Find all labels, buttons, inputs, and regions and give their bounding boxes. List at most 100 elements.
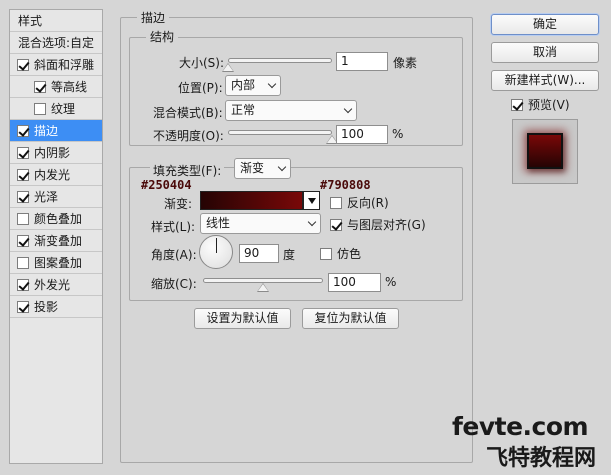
chevron-down-icon (307, 217, 317, 227)
checkbox-icon[interactable] (34, 80, 46, 93)
preview-label: 预览(V) (528, 98, 570, 112)
style-list-item[interactable]: 图案叠加 (10, 252, 102, 274)
chevron-down-icon (277, 162, 287, 172)
checkbox-icon (330, 196, 342, 209)
style-list-item[interactable]: 光泽 (10, 186, 102, 208)
blend-mode-label: 混合模式(B): (153, 106, 223, 120)
style-list-item[interactable]: 颜色叠加 (10, 208, 102, 230)
reset-default-button[interactable]: 复位为默认值 (302, 308, 399, 329)
align-layer-label: 与图层对齐(G) (347, 218, 426, 232)
checkbox-icon (330, 218, 342, 231)
fill-type-value: 渐变 (240, 161, 265, 175)
gradient-start-color-label: #250404 (141, 178, 192, 192)
watermark-site-name: 飞特教程网 (486, 446, 597, 471)
style-list-item-label: 内阴影 (34, 146, 71, 160)
gradient-swatch[interactable] (200, 191, 303, 210)
position-select[interactable]: 内部 (225, 75, 281, 96)
opacity-input[interactable]: 100 (336, 125, 388, 144)
checkbox-icon[interactable] (17, 146, 29, 159)
angle-dial[interactable] (199, 235, 233, 269)
gradient-label: 渐变: (164, 197, 193, 211)
style-list: 样式 混合选项:自定 斜面和浮雕等高线纹理描边内阴影内发光光泽颜色叠加渐变叠加图… (9, 9, 103, 464)
chevron-down-icon (267, 79, 277, 89)
fill-type-label: 填充类型(F): (150, 162, 225, 179)
dither-checkbox[interactable]: 仿色 (320, 245, 361, 262)
style-list-item[interactable]: 渐变叠加 (10, 230, 102, 252)
style-list-item-label: 颜色叠加 (34, 212, 83, 226)
reverse-label: 反向(R) (347, 196, 389, 210)
reverse-checkbox[interactable]: 反向(R) (330, 194, 389, 211)
size-label: 大小(S): (179, 56, 225, 70)
angle-indicator (216, 238, 217, 253)
style-list-item-label: 等高线 (51, 80, 88, 94)
style-list-item[interactable]: 外发光 (10, 274, 102, 296)
gradient-picker-button[interactable] (303, 191, 320, 210)
style-label: 样式(L): (151, 220, 196, 234)
blend-mode-value: 正常 (231, 103, 256, 117)
preview-checkbox[interactable]: 预览(V) (511, 96, 570, 113)
checkbox-icon[interactable] (17, 58, 29, 71)
size-slider-thumb[interactable] (222, 63, 234, 72)
opacity-unit: % (392, 127, 404, 141)
style-list-item-label: 渐变叠加 (34, 234, 83, 248)
angle-label: 角度(A): (151, 248, 197, 262)
style-list-item[interactable]: 内发光 (10, 164, 102, 186)
style-value: 线性 (206, 216, 231, 230)
new-style-button[interactable]: 新建样式(W)... (491, 70, 599, 91)
checkbox-icon (511, 98, 523, 111)
checkbox-icon[interactable] (17, 300, 29, 313)
size-unit: 像素 (393, 56, 418, 70)
triangle-down-icon (308, 198, 316, 204)
gradient-end-color-label: #790808 (320, 178, 371, 192)
checkbox-icon[interactable] (17, 190, 29, 203)
style-list-item[interactable]: 斜面和浮雕 (10, 54, 102, 76)
opacity-slider-track[interactable] (228, 130, 332, 135)
checkbox-icon[interactable] (17, 124, 29, 137)
checkbox-icon[interactable] (34, 102, 46, 115)
preview-square (527, 133, 563, 169)
angle-input[interactable]: 90 (239, 244, 279, 263)
style-select[interactable]: 线性 (200, 213, 321, 234)
chevron-down-icon (343, 104, 353, 114)
opacity-label: 不透明度(O): (153, 129, 224, 143)
watermark-url: fevte.com (452, 412, 589, 441)
checkbox-icon[interactable] (17, 278, 29, 291)
preview-thumbnail (512, 119, 578, 184)
cancel-button[interactable]: 取消 (491, 42, 599, 63)
style-list-item-label: 描边 (34, 124, 59, 138)
style-list-header: 样式 (10, 10, 102, 32)
checkbox-icon (320, 247, 332, 260)
style-list-item-label: 外发光 (34, 278, 71, 292)
style-list-item[interactable]: 等高线 (10, 76, 102, 98)
scale-input[interactable]: 100 (328, 273, 381, 292)
style-list-item[interactable]: 描边 (10, 120, 102, 142)
structure-title: 结构 (146, 28, 179, 45)
position-value: 内部 (231, 78, 256, 92)
style-list-item[interactable]: 纹理 (10, 98, 102, 120)
style-list-item[interactable]: 内阴影 (10, 142, 102, 164)
position-label: 位置(P): (178, 81, 223, 95)
make-default-button[interactable]: 设置为默认值 (194, 308, 291, 329)
angle-unit: 度 (283, 248, 296, 262)
fill-type-select[interactable]: 渐变 (234, 158, 291, 179)
size-input[interactable]: 1 (336, 52, 388, 71)
style-list-item-label: 图案叠加 (34, 256, 83, 270)
checkbox-icon[interactable] (17, 212, 29, 225)
align-layer-checkbox[interactable]: 与图层对齐(G) (330, 216, 426, 233)
stroke-title: 描边 (137, 9, 170, 26)
checkbox-icon[interactable] (17, 234, 29, 247)
checkbox-icon[interactable] (17, 168, 29, 181)
blend-options-item[interactable]: 混合选项:自定 (10, 32, 102, 54)
scale-label: 缩放(C): (151, 277, 197, 291)
style-list-item-label: 光泽 (34, 190, 59, 204)
style-list-item[interactable]: 投影 (10, 296, 102, 318)
style-list-item-label: 斜面和浮雕 (34, 58, 95, 72)
ok-button[interactable]: 确定 (491, 14, 599, 35)
size-slider-track[interactable] (228, 58, 332, 63)
checkbox-icon[interactable] (17, 256, 29, 269)
style-list-item-label: 投影 (34, 300, 59, 314)
scale-slider-thumb[interactable] (257, 283, 269, 292)
blend-mode-select[interactable]: 正常 (225, 100, 357, 121)
style-list-item-label: 纹理 (51, 102, 76, 116)
scale-unit: % (385, 275, 397, 289)
